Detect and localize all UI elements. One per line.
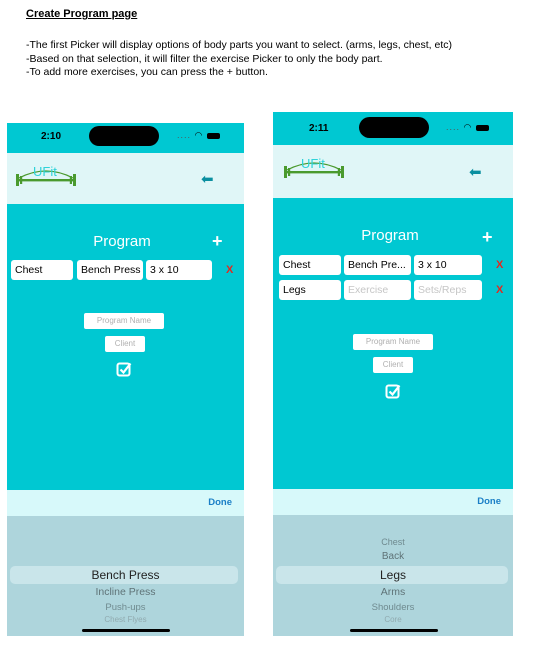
- battery-icon: [475, 124, 489, 131]
- signal-icon: ....: [177, 130, 192, 140]
- picker-option-selected[interactable]: Legs: [273, 568, 513, 582]
- battery-icon: [206, 132, 220, 139]
- picker-option[interactable]: Arms: [273, 586, 513, 598]
- delete-row-button[interactable]: X: [226, 264, 233, 276]
- exercise-picker[interactable]: Exercise: [344, 280, 411, 300]
- dynamic-island: [89, 126, 159, 146]
- picker-option[interactable]: Chest Flyes: [7, 615, 244, 624]
- exercise-picker[interactable]: Bench Pre...: [344, 255, 411, 275]
- picker-option[interactable]: Shoulders: [273, 602, 513, 613]
- back-arrow-icon[interactable]: ⬅: [201, 170, 214, 188]
- done-button[interactable]: Done: [477, 496, 501, 507]
- save-checkbox-icon[interactable]: [385, 383, 401, 399]
- delete-row-button[interactable]: X: [496, 284, 503, 296]
- done-button[interactable]: Done: [208, 497, 232, 508]
- body-part-picker[interactable]: Chest: [279, 255, 341, 275]
- wifi-icon: ◠: [463, 122, 473, 132]
- picker-option-selected[interactable]: Bench Press: [7, 568, 244, 582]
- picker-option[interactable]: Incline Press: [7, 586, 244, 598]
- save-checkbox-icon[interactable]: [116, 361, 132, 377]
- sets-reps-field[interactable]: 3 x 10: [414, 255, 482, 275]
- add-exercise-button[interactable]: +: [482, 227, 493, 248]
- dynamic-island: [359, 117, 429, 138]
- sets-reps-field[interactable]: Sets/Reps: [414, 280, 482, 300]
- logo-text: UFit: [301, 156, 325, 171]
- program-name-input[interactable]: Program Name: [84, 313, 164, 329]
- program-title: Program: [93, 233, 151, 250]
- picker-option[interactable]: Back: [273, 551, 513, 562]
- status-icons: .... ◠: [446, 122, 489, 133]
- doc-line: -Based on that selection, it will filter…: [26, 52, 383, 65]
- picker-option[interactable]: Push-ups: [7, 602, 244, 613]
- wifi-icon: ◠: [194, 130, 204, 140]
- program-name-input[interactable]: Program Name: [353, 334, 433, 350]
- delete-row-button[interactable]: X: [496, 259, 503, 271]
- status-bar: 2:10 .... ◠: [7, 123, 244, 153]
- client-input[interactable]: Client: [105, 336, 145, 352]
- home-indicator[interactable]: [350, 629, 438, 632]
- picker-toolbar: Done: [273, 489, 513, 515]
- doc-title: Create Program page: [26, 8, 138, 20]
- exercise-picker[interactable]: Bench Press: [77, 260, 143, 280]
- ufit-logo: UFit: [16, 164, 76, 186]
- exercise-wheel-picker[interactable]: Bench Press Incline Press Push-ups Chest…: [7, 516, 244, 636]
- body-part-wheel-picker[interactable]: Chest Back Legs Arms Shoulders Core: [273, 515, 513, 636]
- body-part-picker[interactable]: Chest: [11, 260, 73, 280]
- nav-bar: UFit ⬅: [273, 145, 513, 198]
- status-time: 2:11: [309, 123, 329, 134]
- right-phone-screen: 2:11 .... ◠ UFit ⬅ Program + Chest Bench…: [273, 112, 513, 636]
- doc-description: -The first Picker will display options o…: [26, 39, 452, 80]
- client-input[interactable]: Client: [373, 357, 413, 373]
- left-phone-screen: 2:10 .... ◠ UFit ⬅ Program + Chest Bench…: [7, 123, 244, 636]
- back-arrow-icon[interactable]: ⬅: [469, 163, 482, 181]
- signal-icon: ....: [446, 122, 461, 132]
- home-indicator[interactable]: [82, 629, 170, 632]
- status-icons: .... ◠: [177, 130, 220, 141]
- picker-toolbar: Done: [7, 490, 244, 516]
- logo-text: UFit: [33, 164, 57, 179]
- nav-bar: UFit ⬅: [7, 153, 244, 204]
- doc-line: -To add more exercises, you can press th…: [26, 66, 268, 78]
- sets-reps-field[interactable]: 3 x 10: [146, 260, 212, 280]
- ufit-logo: UFit: [284, 156, 344, 178]
- add-exercise-button[interactable]: +: [212, 231, 223, 252]
- status-time: 2:10: [41, 131, 62, 142]
- body-part-picker[interactable]: Legs: [279, 280, 341, 300]
- picker-option[interactable]: Chest: [273, 537, 513, 547]
- status-bar: 2:11 .... ◠: [273, 112, 513, 145]
- picker-option[interactable]: Core: [273, 615, 513, 624]
- doc-line: -The first Picker will display options o…: [26, 39, 452, 51]
- program-title: Program: [361, 227, 419, 244]
